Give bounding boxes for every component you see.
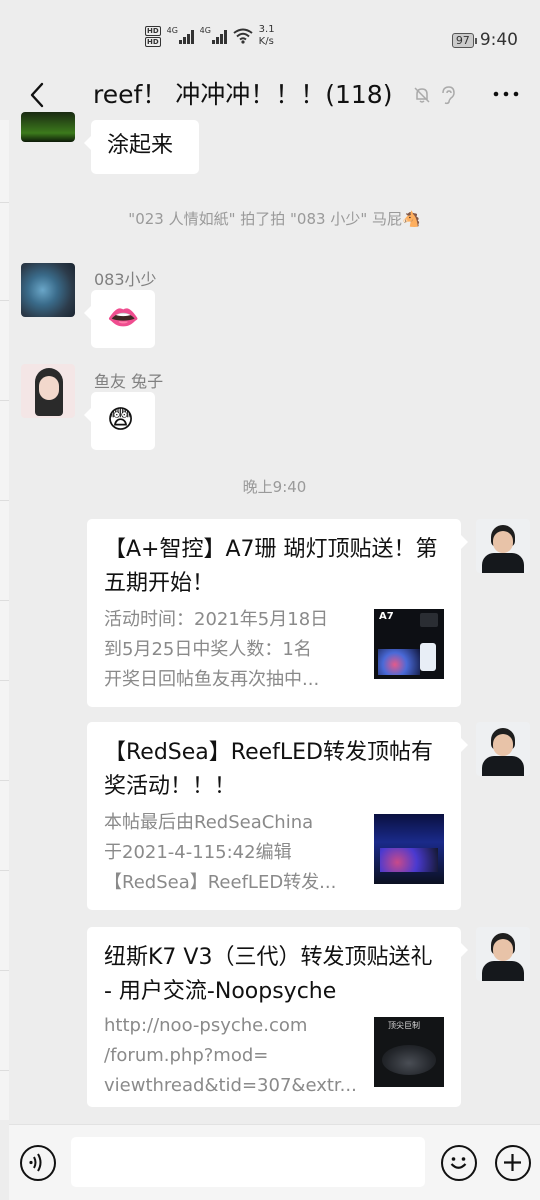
avatar[interactable] <box>21 364 75 418</box>
link-description: http://noo-psyche.com /forum.php?mod= vi… <box>104 1015 357 1096</box>
status-right: 97 9:40 <box>451 30 518 50</box>
link-thumbnail: 顶尖巨制 <box>374 1017 444 1087</box>
lips-icon: 👄 <box>107 303 140 333</box>
chat-header: reef！ 冲冲冲！！！(118) <box>9 78 540 112</box>
emoji-message[interactable]: 👄 <box>84 290 155 348</box>
link-card[interactable]: 【A+智控】A7珊 瑚灯顶贴送！第五期开始！ 活动时间：2021年5月18日 到… <box>87 519 468 707</box>
wifi-icon <box>233 28 253 44</box>
signal-icon-2: 4G <box>200 26 227 44</box>
link-description: 本帖最后由RedSeaChina 于2021-4-115:42编辑 【RedSe… <box>104 812 337 893</box>
more-icon[interactable] <box>491 78 521 108</box>
network-speed: 3.1 K/s <box>258 24 275 47</box>
link-description: 活动时间：2021年5月18日 到5月25日中奖人数：1名 开奖日回帖鱼友再次抽… <box>104 609 329 690</box>
sender-name: 鱼友 兔子 <box>94 372 164 391</box>
voice-icon[interactable] <box>20 1145 56 1181</box>
input-bar <box>9 1124 540 1200</box>
bell-off-icon <box>414 87 430 103</box>
link-title: 【RedSea】ReefLED转发顶帖有奖活动！！！ <box>104 740 433 799</box>
link-thumbnail <box>374 814 444 884</box>
message-text: 涂起来 <box>107 133 174 158</box>
avatar[interactable] <box>21 112 75 142</box>
battery-icon: 97 <box>451 32 477 48</box>
avatar[interactable] <box>21 263 75 317</box>
plus-icon[interactable] <box>495 1145 531 1181</box>
link-thumbnail: A7 <box>374 609 444 679</box>
chevron-left-icon[interactable] <box>23 80 53 110</box>
background-list-strip: · <box>0 120 9 1120</box>
message-input[interactable] <box>71 1137 425 1187</box>
clock: 9:40 <box>479 30 518 50</box>
avatar[interactable] <box>476 722 530 776</box>
sender-name: 083小少 <box>94 270 157 289</box>
emoji-message[interactable]: 😨 <box>84 392 155 450</box>
text-message[interactable]: 涂起来 <box>84 120 199 174</box>
status-bar: HD HD 4G 4G 3.1 K/s 97 9:40 <box>9 0 540 78</box>
hd-icon: HD HD <box>145 25 161 47</box>
avatar[interactable] <box>476 519 530 573</box>
system-message: "023 人情如紙" 拍了拍 "083 小少" 马屁🐴 <box>128 210 421 228</box>
emoji-icon[interactable] <box>441 1145 477 1181</box>
chat-window: HD HD 4G 4G 3.1 K/s 97 9:40 reef！ 冲冲冲！！！… <box>9 0 540 1200</box>
scared-face-icon: 😨 <box>107 405 135 435</box>
link-card[interactable]: 【RedSea】ReefLED转发顶帖有奖活动！！！ 本帖最后由RedSeaCh… <box>87 722 468 910</box>
link-title: 纽斯K7 V3（三代）转发顶贴送礼 - 用户交流-Noopsyche <box>104 945 433 1004</box>
status-indicators: HD HD 4G 4G 3.1 K/s <box>145 24 275 48</box>
chat-title[interactable]: reef！ 冲冲冲！！！(118) <box>93 78 392 112</box>
timestamp: 晚上9:40 <box>242 478 307 496</box>
avatar[interactable] <box>476 927 530 981</box>
link-card[interactable]: 纽斯K7 V3（三代）转发顶贴送礼 - 用户交流-Noopsyche http:… <box>87 927 468 1107</box>
signal-icon: 4G <box>167 26 194 44</box>
link-title: 【A+智控】A7珊 瑚灯顶贴送！第五期开始！ <box>104 537 438 596</box>
ear-icon <box>442 86 455 105</box>
